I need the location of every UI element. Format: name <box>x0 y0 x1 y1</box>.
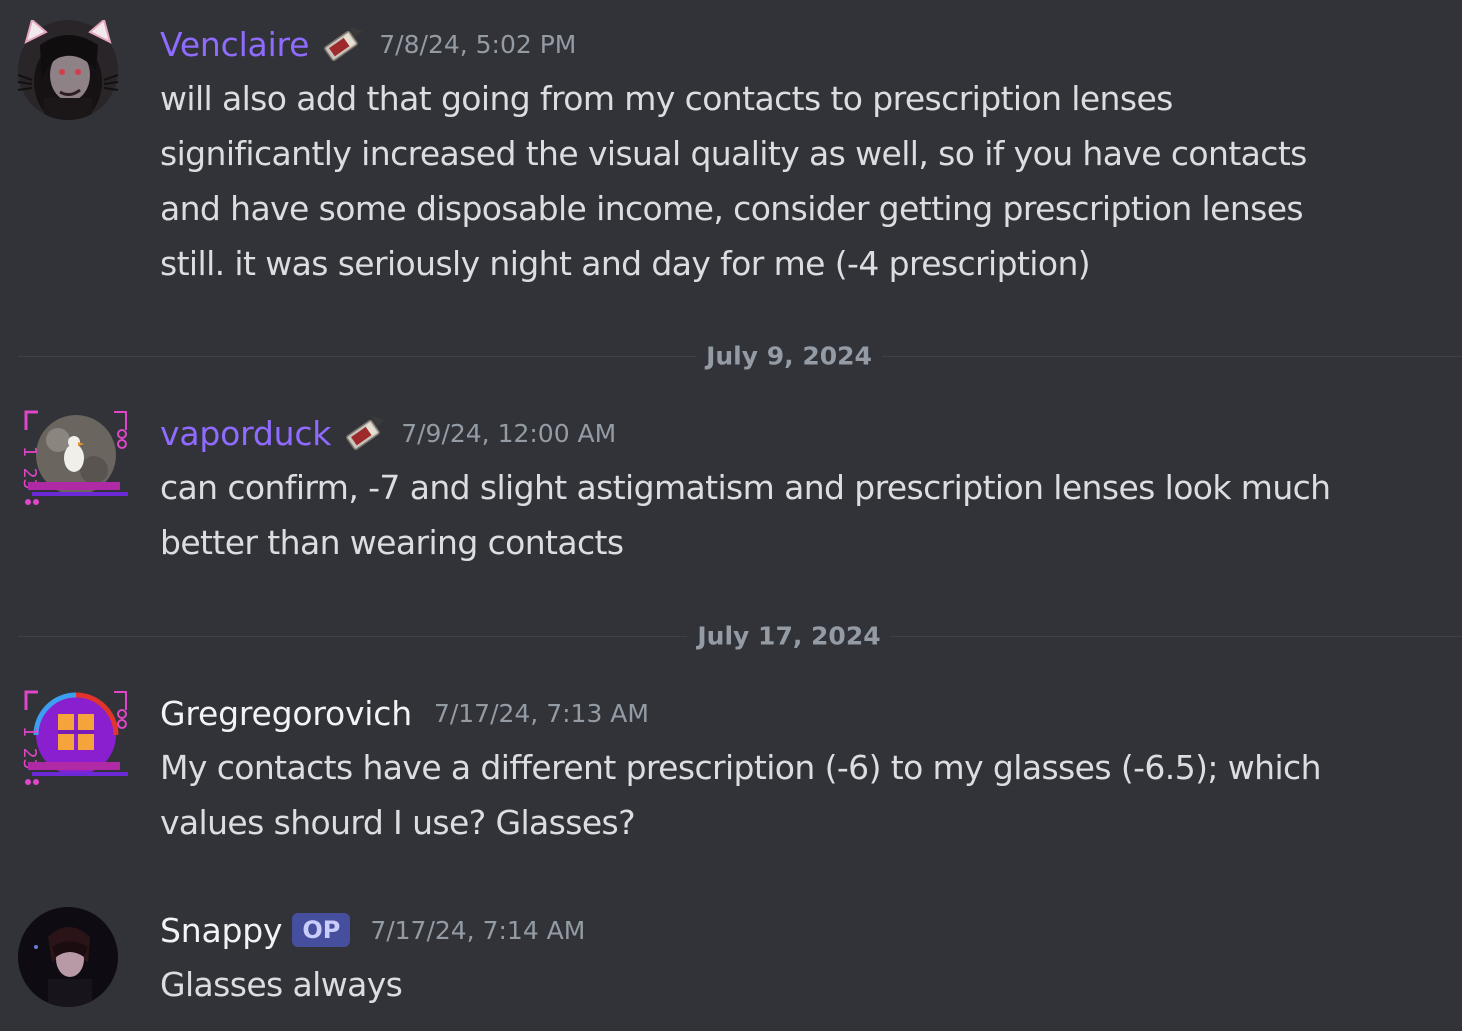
username[interactable]: Snappy <box>160 911 283 950</box>
avatar[interactable]: 1 23 <box>18 410 128 510</box>
message-content: My contacts have a different prescriptio… <box>160 740 1450 850</box>
date-divider-label: July 17, 2024 <box>687 621 891 651</box>
timestamp[interactable]: 7/8/24, 5:02 PM <box>379 30 576 59</box>
date-divider: July 17, 2024 <box>18 621 1462 651</box>
timestamp[interactable]: 7/17/24, 7:13 AM <box>434 699 649 728</box>
message-content: can confirm, -7 and slight astigmatism a… <box>160 460 1450 570</box>
timestamp[interactable]: 7/9/24, 12:00 AM <box>401 419 616 448</box>
message-line: Glasses always <box>160 965 403 1004</box>
ticket-badge-icon[interactable] <box>341 414 387 452</box>
message-line: will also add that going from my contact… <box>160 79 1173 118</box>
message-content: Glasses always <box>160 957 1450 1012</box>
avatar[interactable] <box>18 20 118 120</box>
message-line: still. it was seriously night and day fo… <box>160 244 1091 283</box>
op-tag: OP <box>292 913 351 947</box>
ticket-badge-icon[interactable] <box>319 25 365 63</box>
timestamp[interactable]: 7/17/24, 7:14 AM <box>370 916 585 945</box>
message-content: will also add that going from my contact… <box>160 71 1450 291</box>
avatar[interactable] <box>18 907 118 1007</box>
message-line: My contacts have a different prescriptio… <box>160 748 1322 787</box>
date-divider: July 9, 2024 <box>18 341 1462 371</box>
username[interactable]: vaporduck <box>160 414 331 453</box>
message-line: and have some disposable income, conside… <box>160 189 1304 228</box>
message-line: values shourd I use? Glasses? <box>160 803 636 842</box>
username[interactable]: Gregregorovich <box>160 694 412 733</box>
message-line: can confirm, -7 and slight astigmatism a… <box>160 468 1331 507</box>
message-line: significantly increased the visual quali… <box>160 134 1307 173</box>
avatar[interactable]: 1 23 <box>18 690 128 790</box>
message-line: better than wearing contacts <box>160 523 624 562</box>
date-divider-label: July 9, 2024 <box>696 341 882 371</box>
username[interactable]: Venclaire <box>160 25 309 64</box>
